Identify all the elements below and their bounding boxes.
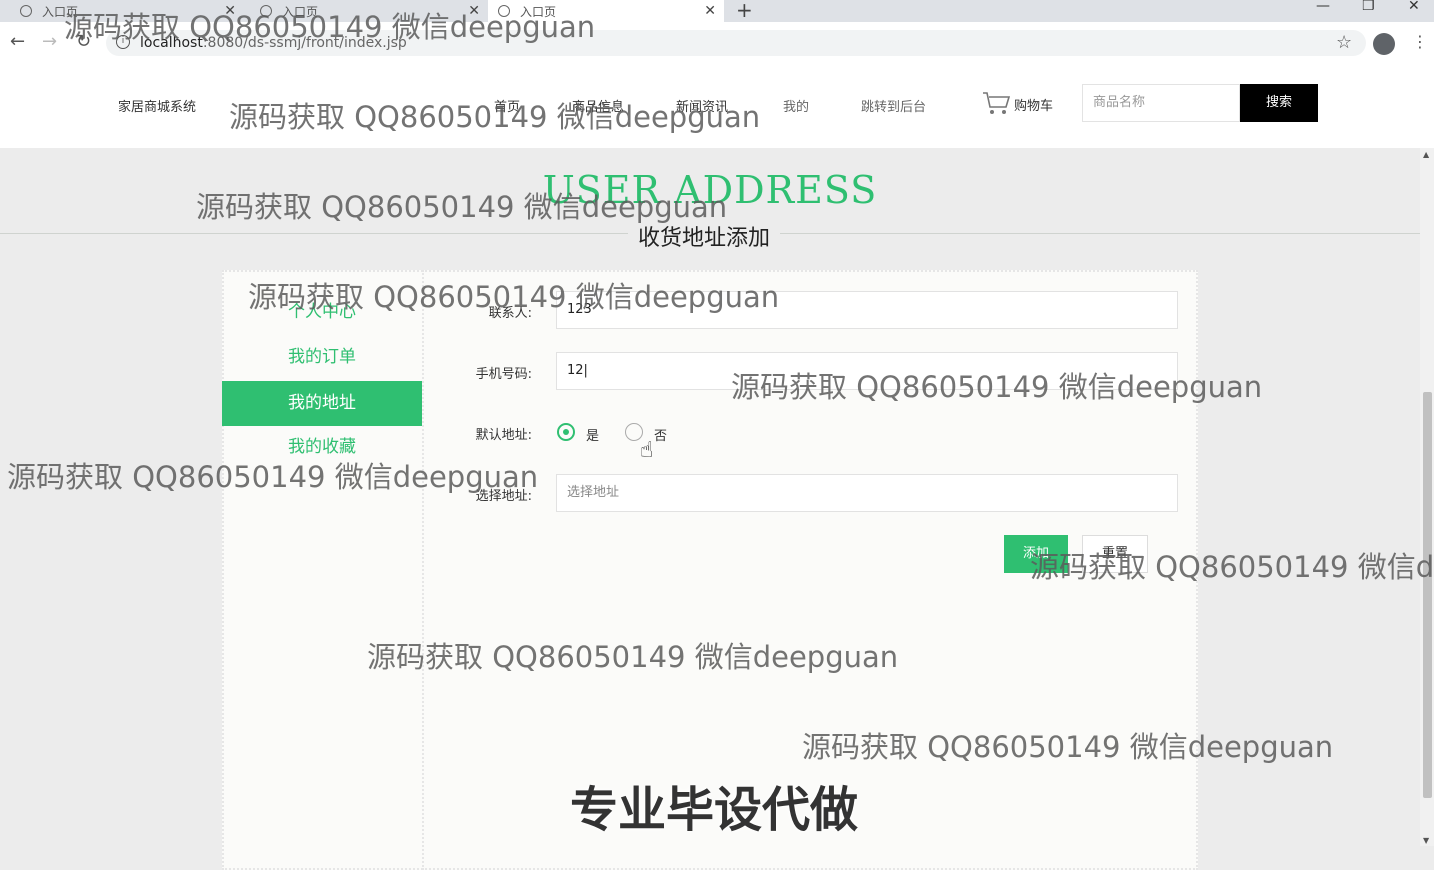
back-icon[interactable]: ←	[10, 31, 25, 52]
sidebar-item-orders[interactable]: 我的订单	[222, 335, 422, 380]
globe-icon	[498, 5, 510, 17]
default-yes-radio[interactable]	[557, 423, 575, 441]
tab-title: 入口页	[520, 4, 557, 19]
browser-tab-active[interactable]: 入口页 ✕	[488, 0, 724, 22]
phone-label: 手机号码:	[475, 367, 532, 382]
window-close-icon[interactable]: ✕	[1408, 0, 1420, 14]
default-address-label: 默认地址:	[475, 428, 532, 443]
sidebar-item-profile[interactable]: 个人中心	[222, 290, 422, 335]
address-select-label: 选择地址:	[475, 489, 532, 504]
globe-icon	[260, 5, 272, 17]
page-title-en: USER ADDRESS	[542, 168, 878, 212]
nav-mine[interactable]: 我的	[783, 96, 809, 115]
url-field[interactable]: i localhost:8080/ds-ssmj/front/index.jsp	[106, 30, 1366, 56]
browser-menu-icon[interactable]: ⋮	[1412, 32, 1428, 51]
tab-close-icon[interactable]: ✕	[468, 3, 480, 19]
scroll-up-icon[interactable]: ▲	[1423, 150, 1429, 159]
page-title: 收货地址添加	[628, 220, 781, 252]
reset-button[interactable]: 重置	[1082, 535, 1148, 573]
site-brand[interactable]: 家居商城系统	[118, 96, 196, 115]
cart-icon	[983, 92, 1010, 114]
reload-icon[interactable]: ↻	[76, 31, 91, 52]
globe-icon	[20, 5, 32, 17]
sidebar-item-address[interactable]: 我的地址	[222, 381, 422, 426]
browser-tab-bar: 入口页 ✕ 入口页 ✕ 入口页 ✕ + — ❐ ✕	[0, 0, 1434, 22]
watermark-banner: 专业毕设代做	[570, 782, 859, 838]
user-sidebar: 个人中心 我的订单 我的地址 我的收藏	[222, 270, 424, 870]
phone-input[interactable]: 12|	[556, 352, 1178, 390]
hand-cursor-icon: ☝	[640, 438, 654, 463]
nav-admin[interactable]: 跳转到后台	[861, 96, 926, 115]
cart-link[interactable]: 购物车	[982, 90, 1053, 116]
address-select-input[interactable]: 选择地址	[556, 474, 1178, 512]
contact-label: 联系人:	[488, 306, 532, 321]
search-input[interactable]: 商品名称	[1082, 84, 1240, 122]
url-path: :8080/ds-ssmj/front/index.jsp	[202, 35, 407, 51]
contact-input[interactable]: 123	[556, 291, 1178, 329]
restore-icon[interactable]: ❐	[1362, 0, 1375, 14]
scroll-down-icon[interactable]: ▼	[1423, 836, 1429, 845]
tab-close-icon[interactable]: ✕	[704, 3, 716, 19]
default-yes-label: 是	[586, 429, 600, 444]
sidebar-item-favorites[interactable]: 我的收藏	[222, 425, 422, 470]
nav-news[interactable]: 新闻资讯	[676, 96, 728, 115]
nav-home[interactable]: 首页	[494, 96, 520, 115]
cart-label: 购物车	[1014, 99, 1054, 114]
url-host: localhost	[140, 35, 203, 51]
add-button[interactable]: 添加	[1004, 535, 1068, 573]
browser-tab[interactable]: 入口页 ✕	[244, 0, 488, 22]
browser-tab[interactable]: 入口页 ✕	[0, 0, 244, 22]
bookmark-star-icon[interactable]: ☆	[1336, 32, 1352, 53]
search-button[interactable]: 搜索	[1240, 84, 1318, 122]
url-text: localhost:8080/ds-ssmj/front/index.jsp	[140, 35, 407, 51]
tab-title: 入口页	[42, 4, 79, 19]
info-icon[interactable]: i	[116, 35, 130, 49]
site-header: 家居商城系统 首页 商品信息 新闻资讯 我的 跳转到后台 购物车 商品名称 搜索	[0, 64, 1434, 148]
tab-close-icon[interactable]: ✕	[224, 3, 236, 19]
profile-avatar-icon[interactable]	[1373, 33, 1395, 55]
tab-title: 入口页	[282, 4, 319, 19]
nav-products[interactable]: 商品信息	[572, 96, 624, 115]
forward-icon[interactable]: →	[42, 31, 57, 52]
new-tab-button[interactable]: +	[736, 0, 753, 22]
scrollbar-thumb[interactable]	[1423, 392, 1432, 798]
address-bar: ← → ↻ i localhost:8080/ds-ssmj/front/ind…	[0, 22, 1434, 65]
minimize-icon[interactable]: —	[1316, 0, 1330, 14]
default-no-label: 否	[654, 429, 668, 444]
